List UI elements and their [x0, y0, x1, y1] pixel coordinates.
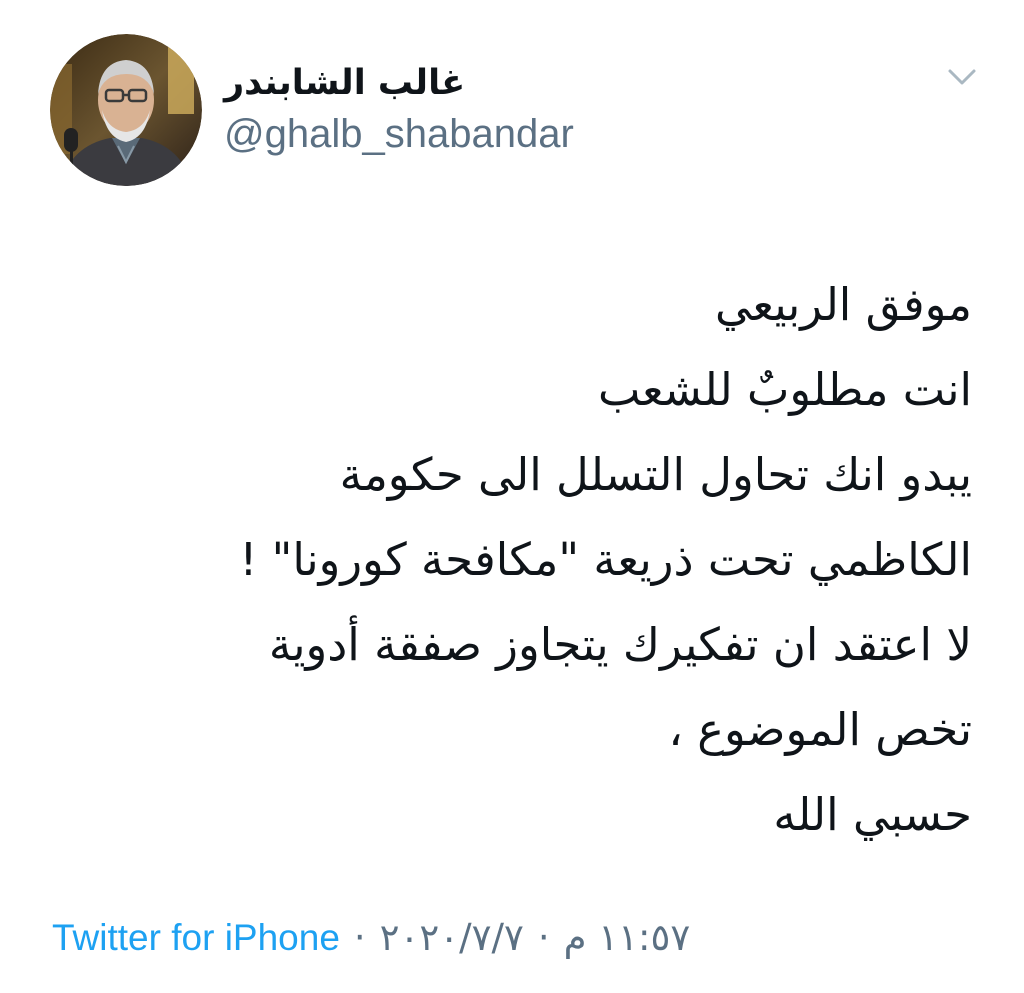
tweet-meta: Twitter for iPhone · ٢٠٢٠/٧/٧ · ١١:٥٧ م: [52, 912, 690, 964]
author-names: غالب الشابندر @ghalb_shabandar: [224, 61, 574, 159]
tweet-line: الكاظمي تحت ذريعة "مكافحة كورونا" !: [239, 533, 972, 586]
chevron-down-icon[interactable]: [942, 62, 982, 92]
tweet-line: يبدو انك تحاول التسلل الى حكومة: [339, 448, 972, 501]
tweet-line: موفق الربيعي: [714, 278, 972, 331]
tweet-header: غالب الشابندر @ghalb_shabandar: [50, 30, 574, 190]
tweet-text: موفق الربيعي انت مطلوبٌ للشعب يبدو انك ت…: [72, 262, 972, 857]
avatar[interactable]: [50, 34, 202, 186]
tweet-line: لا اعتقد ان تفكيرك يتجاوز صفقة أدوية: [268, 618, 972, 671]
tweet-card: غالب الشابندر @ghalb_shabandar موفق الرب…: [0, 0, 1024, 993]
meta-separator: ·: [537, 916, 550, 959]
username-handle[interactable]: @ghalb_shabandar: [224, 109, 574, 159]
tweet-line: حسبي الله: [773, 788, 972, 841]
tweet-line: تخص الموضوع ،: [668, 703, 972, 756]
meta-separator: ·: [353, 916, 366, 959]
display-name[interactable]: غالب الشابندر: [224, 61, 465, 105]
tweet-line: انت مطلوبٌ للشعب: [598, 363, 972, 416]
tweet-time[interactable]: ١١:٥٧ م: [564, 913, 691, 963]
tweet-date[interactable]: ٢٠٢٠/٧/٧: [380, 913, 524, 963]
source-link[interactable]: Twitter for iPhone: [52, 913, 340, 963]
